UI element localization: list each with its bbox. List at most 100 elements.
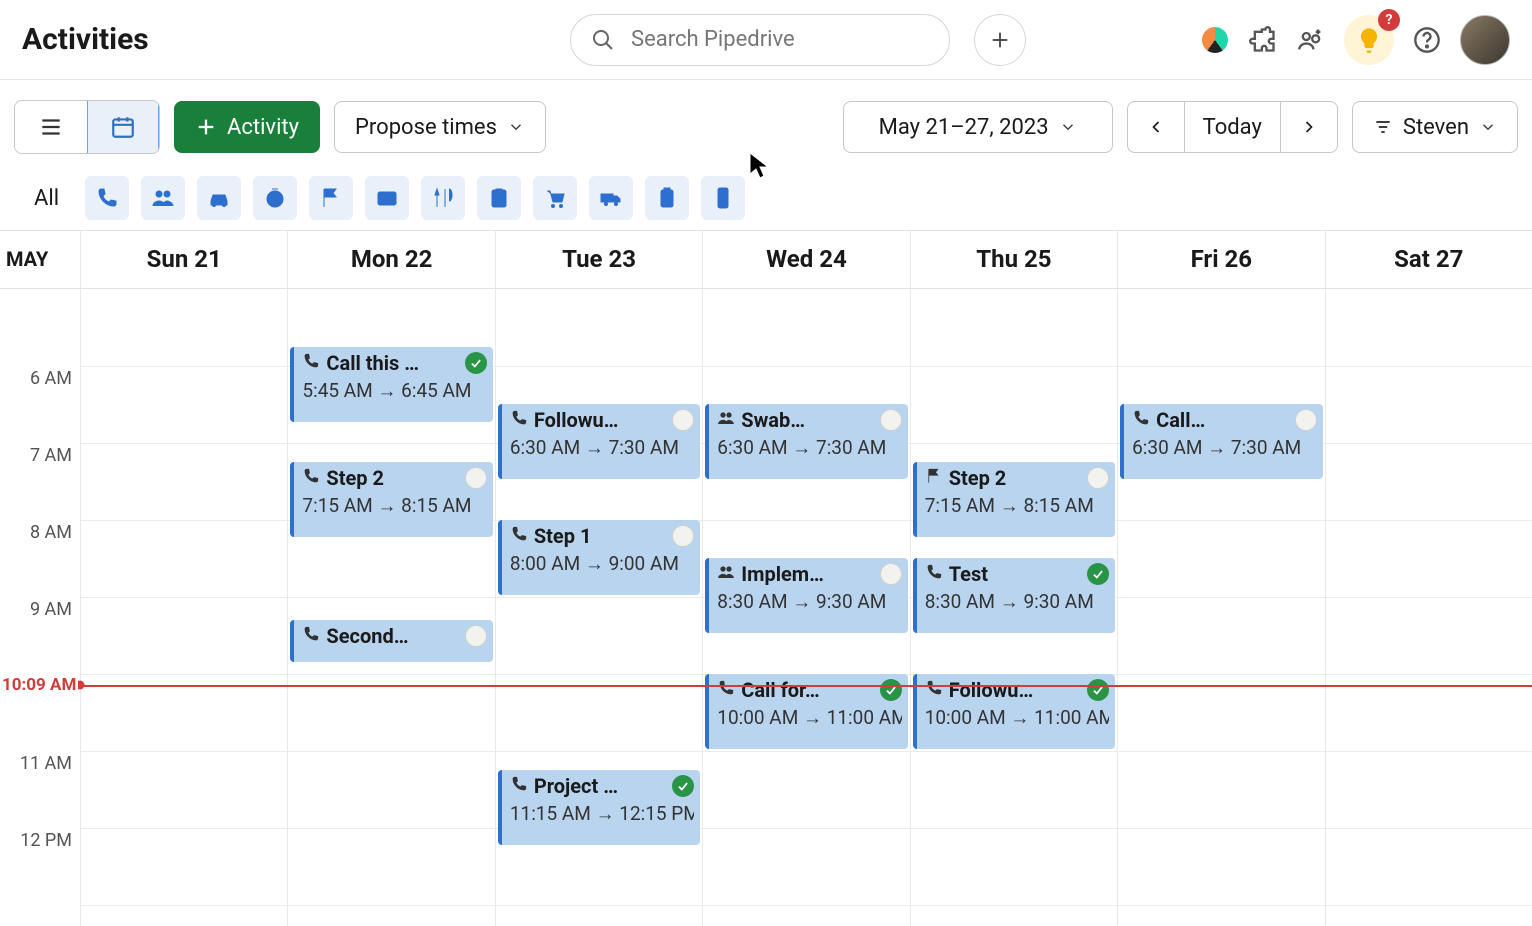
meeting-icon (151, 186, 175, 210)
calendar-header: MAY Sun 21Mon 22Tue 23Wed 24Thu 25Fri 26… (0, 230, 1532, 289)
extensions-button[interactable] (1248, 25, 1278, 55)
filter-cart[interactable] (533, 176, 577, 220)
next-week-button[interactable] (1280, 102, 1337, 152)
day-column[interactable]: Call this … 5:45 AM → 6:45 AM Step 27:15 A… (287, 289, 494, 926)
invite-users-button[interactable] (1296, 25, 1326, 55)
calendar-event[interactable]: Followu…6:30 AM → 7:30 AM (498, 404, 700, 479)
calendar-event[interactable]: Second… (290, 620, 492, 662)
lunch-icon (431, 186, 455, 210)
chevron-left-icon (1146, 117, 1166, 137)
event-title: Step 2 (949, 466, 1081, 490)
plus-icon (195, 116, 217, 138)
day-header[interactable]: Wed 24 (702, 231, 909, 288)
call-icon (302, 466, 320, 490)
search-input[interactable]: Search Pipedrive (570, 14, 950, 66)
day-header[interactable]: Mon 22 (287, 231, 494, 288)
avatar[interactable] (1460, 15, 1510, 65)
event-time: 8:30 AM → 9:30 AM (717, 590, 901, 614)
chevron-down-icon (1479, 118, 1497, 136)
day-column[interactable]: Call…6:30 AM → 7:30 AM (1117, 289, 1324, 926)
call-icon (510, 524, 528, 548)
filter-meeting[interactable] (141, 176, 185, 220)
date-range-button[interactable]: May 21–27, 2023 (843, 101, 1113, 153)
calendar-view-button[interactable] (87, 101, 159, 153)
event-title: Project … (534, 774, 666, 798)
filter-call[interactable] (85, 176, 129, 220)
event-title: Followu… (534, 408, 666, 432)
filter-car[interactable] (197, 176, 241, 220)
app-launcher-button[interactable] (1200, 25, 1230, 55)
calendar-event[interactable]: Step 27:15 AM → 8:15 AM (290, 462, 492, 537)
chevron-right-icon (1299, 117, 1319, 137)
day-column[interactable]: Followu…6:30 AM → 7:30 AM Step 18:00 AM →… (495, 289, 702, 926)
filter-all[interactable]: All (20, 178, 73, 219)
swirl-icon (1202, 27, 1228, 53)
filter-deadline[interactable] (253, 176, 297, 220)
now-line (0, 685, 1532, 687)
day-header[interactable]: Thu 25 (910, 231, 1117, 288)
status-done-icon (465, 352, 487, 374)
day-header[interactable]: Sat 27 (1325, 231, 1532, 288)
calendar-event[interactable]: Implem… 8:30 AM → 9:30 AM (705, 558, 907, 633)
filter-email[interactable] (365, 176, 409, 220)
calendar-event[interactable]: Step 18:00 AM → 9:00 AM (498, 520, 700, 595)
status-open-icon (880, 563, 902, 585)
filter-clipboard[interactable] (645, 176, 689, 220)
event-title: Call… (1156, 408, 1288, 432)
help-button[interactable] (1412, 25, 1442, 55)
chevron-down-icon (507, 118, 525, 136)
call-icon (925, 562, 943, 586)
day-column[interactable] (80, 289, 287, 926)
prev-week-button[interactable] (1128, 102, 1184, 152)
task-icon (487, 186, 511, 210)
event-title: Call this … (326, 351, 458, 375)
calendar-event[interactable]: Step 27:15 AM → 8:15 AM (913, 462, 1115, 537)
filter-task[interactable] (477, 176, 521, 220)
today-button[interactable]: Today (1184, 102, 1280, 152)
topbar-right: ? (1200, 15, 1510, 65)
today-label: Today (1203, 115, 1262, 140)
filter-lunch[interactable] (421, 176, 465, 220)
day-column[interactable]: Swab…6:30 AM → 7:30 AM Implem… 8:30 AM → 9… (702, 289, 909, 926)
status-open-icon (465, 625, 487, 647)
calendar: MAY Sun 21Mon 22Tue 23Wed 24Thu 25Fri 26… (0, 230, 1532, 926)
propose-times-button[interactable]: Propose times (334, 101, 546, 153)
calendar-event[interactable]: Project …11:15 AM → 12:15 PM (498, 770, 700, 845)
delivery-icon (599, 186, 623, 210)
status-done-icon (880, 679, 902, 701)
event-title: Swab… (741, 408, 873, 432)
quick-add-button[interactable] (974, 14, 1026, 66)
event-time: 10:00 AM → 11:00 AM (717, 706, 901, 730)
event-title: Implem… (741, 562, 873, 586)
call-icon (302, 351, 320, 375)
calendar-event[interactable]: Call…6:30 AM → 7:30 AM (1120, 404, 1322, 479)
event-title: Followu… (949, 678, 1081, 702)
event-time: 8:00 AM → 9:00 AM (510, 552, 694, 576)
month-label: MAY (0, 231, 80, 288)
day-header[interactable]: Tue 23 (495, 231, 702, 288)
event-title: Step 2 (326, 466, 458, 490)
calendar-event[interactable]: Swab…6:30 AM → 7:30 AM (705, 404, 907, 479)
calendar-event[interactable]: Test8:30 AM → 9:30 AM (913, 558, 1115, 633)
user-filter-button[interactable]: Steven (1352, 101, 1518, 153)
calendar-grid[interactable]: 6 AM7 AM8 AM9 AM10 AM11 AM12 PM Call thi… (0, 289, 1532, 926)
flag-icon (925, 466, 943, 490)
chevron-down-icon (1059, 118, 1077, 136)
deadline-icon (263, 186, 287, 210)
add-activity-button[interactable]: Activity (174, 101, 320, 153)
calendar-event[interactable]: Call this … 5:45 AM → 6:45 AM (290, 347, 492, 422)
filter-phone[interactable] (701, 176, 745, 220)
add-activity-label: Activity (227, 115, 299, 140)
tips-button[interactable]: ? (1344, 15, 1394, 65)
filter-flag[interactable] (309, 176, 353, 220)
day-header[interactable]: Sun 21 (80, 231, 287, 288)
puzzle-icon (1249, 26, 1277, 54)
event-title: Call for… (741, 678, 873, 702)
event-time: 5:45 AM → 6:45 AM (302, 379, 486, 403)
calendar-icon (110, 114, 136, 140)
day-column[interactable]: Step 27:15 AM → 8:15 AM Test8:30 AM → 9:3… (910, 289, 1117, 926)
list-view-button[interactable] (15, 101, 87, 153)
filter-delivery[interactable] (589, 176, 633, 220)
day-column[interactable] (1325, 289, 1532, 926)
day-header[interactable]: Fri 26 (1117, 231, 1324, 288)
